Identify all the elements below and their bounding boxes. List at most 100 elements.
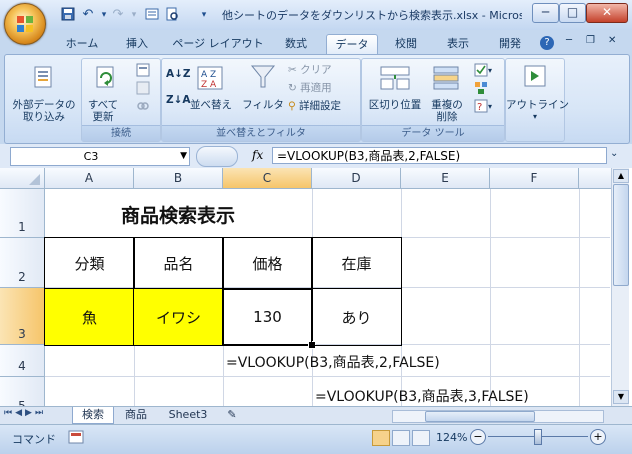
row-header-1[interactable]: 1 xyxy=(0,189,45,238)
column-header-d[interactable]: D xyxy=(312,168,401,189)
refresh-all-label1[interactable]: すべて xyxy=(82,99,124,111)
name-box[interactable]: C3 ▼ xyxy=(10,147,190,166)
tab-data[interactable]: データ xyxy=(326,34,378,55)
horizontal-scroll-thumb[interactable] xyxy=(425,411,535,422)
clear-filter-button[interactable]: ✂ クリア xyxy=(288,63,332,77)
ribbon-close-icon[interactable]: ✕ xyxy=(608,35,616,46)
scroll-up-icon[interactable]: ▲ xyxy=(613,169,629,183)
formula-note-stock[interactable]: =VLOOKUP(B3,商品表,3,FALSE) xyxy=(315,386,529,406)
formula-expand-icon[interactable]: ⌄ xyxy=(610,148,618,159)
zoom-out-icon[interactable]: − xyxy=(470,429,486,445)
form-icon[interactable] xyxy=(144,7,160,23)
ribbon-minimize-icon[interactable]: ─ xyxy=(566,35,572,46)
row-header-4[interactable]: 4 xyxy=(0,345,45,377)
sheet-title[interactable]: 商品検索表示 xyxy=(70,196,286,232)
close-button[interactable]: ✕ xyxy=(586,3,628,23)
scroll-down-icon[interactable]: ▼ xyxy=(613,390,629,404)
external-data-button-label1[interactable]: 外部データの xyxy=(10,99,78,111)
sort-icon: A ZZ A xyxy=(196,65,224,94)
outline-dropdown-icon[interactable]: ▾ xyxy=(506,111,564,123)
remove-duplicates-label2[interactable]: 削除 xyxy=(426,111,468,123)
qat-customize-icon[interactable]: ▾ xyxy=(196,7,212,23)
column-header-f[interactable]: F xyxy=(490,168,579,189)
row-header-5[interactable]: 5 xyxy=(0,377,45,406)
gridline xyxy=(490,189,491,406)
data-tools-group: 区切り位置 重複の 削除 ▾ ? ▾ データ ツール xyxy=(361,58,505,142)
zoom-in-icon[interactable]: + xyxy=(590,429,606,445)
value-cell-stock[interactable]: あり xyxy=(311,288,402,346)
tab-review[interactable]: 校閲 xyxy=(386,34,426,54)
refresh-all-label2[interactable]: 更新 xyxy=(82,111,124,123)
consolidate-icon[interactable] xyxy=(474,81,488,98)
tab-home[interactable]: ホーム xyxy=(60,34,104,54)
properties-icon[interactable] xyxy=(136,81,150,98)
column-header-c[interactable]: C xyxy=(223,168,312,189)
tab-insert[interactable]: 挿入 xyxy=(118,34,156,54)
print-preview-icon[interactable] xyxy=(164,7,180,23)
remove-duplicates-label1[interactable]: 重複の xyxy=(426,99,468,111)
column-header-e[interactable]: E xyxy=(401,168,490,189)
save-icon[interactable] xyxy=(60,7,76,23)
row-header-2[interactable]: 2 xyxy=(0,238,45,288)
redo-dropdown-icon[interactable]: ▾ xyxy=(126,7,142,23)
tab-formulas[interactable]: 数式 xyxy=(278,34,314,54)
help-icon[interactable]: ? xyxy=(540,36,554,50)
tab-developer[interactable]: 開発 xyxy=(490,34,530,54)
header-cell-stock[interactable]: 在庫 xyxy=(311,237,402,289)
sheet-nav-icons[interactable]: ⏮◀▶⏭ xyxy=(4,408,46,418)
text-to-columns-label[interactable]: 区切り位置 xyxy=(364,99,426,111)
outline-button-label[interactable]: アウトライン xyxy=(506,99,569,111)
data-tools-group-label: データ ツール xyxy=(362,125,504,141)
filter-button-label[interactable]: フィルタ xyxy=(242,99,284,111)
sheet-tab-search[interactable]: 検索 xyxy=(72,407,114,424)
name-box-dropdown-icon[interactable]: ▼ xyxy=(180,148,187,165)
insert-sheet-icon[interactable]: ✎ xyxy=(222,407,242,423)
tab-page-layout[interactable]: ページ レイアウト xyxy=(172,34,264,54)
external-data-button-label2[interactable]: 取り込み xyxy=(10,111,78,123)
external-data-group: 外部データの 取り込み xyxy=(7,58,81,142)
sheet-tab-sheet3[interactable]: Sheet3 xyxy=(160,407,216,423)
zoom-slider-thumb[interactable] xyxy=(534,429,542,445)
formula-bar-splitter[interactable] xyxy=(196,146,238,167)
column-header-b[interactable]: B xyxy=(134,168,223,189)
insert-function-button[interactable]: fx xyxy=(252,148,263,162)
vertical-scrollbar[interactable]: ▲ ▼ xyxy=(611,168,629,406)
vertical-scroll-thumb[interactable] xyxy=(613,184,629,286)
page-break-view-icon[interactable] xyxy=(412,430,430,446)
value-cell-category[interactable]: 魚 xyxy=(44,288,135,346)
formula-note-price[interactable]: =VLOOKUP(B3,商品表,2,FALSE) xyxy=(226,352,440,372)
row-header-3[interactable]: 3 xyxy=(0,288,45,345)
column-header-a[interactable]: A xyxy=(45,168,134,189)
value-cell-price-selected[interactable]: 130 xyxy=(222,288,313,346)
macro-record-icon[interactable] xyxy=(68,430,84,447)
ribbon-restore-icon[interactable]: ❐ xyxy=(586,35,595,46)
connections-icon[interactable] xyxy=(136,63,150,80)
sheet-tab-products[interactable]: 商品 xyxy=(116,407,156,423)
normal-view-icon[interactable] xyxy=(372,430,390,446)
formula-input[interactable]: =VLOOKUP(B3,商品表,2,FALSE) xyxy=(272,147,607,164)
what-if-icon[interactable]: ? ▾ xyxy=(474,99,494,116)
maximize-button[interactable]: □ xyxy=(559,3,586,23)
minimize-button[interactable]: ─ xyxy=(532,3,559,23)
value-cell-product[interactable]: イワシ xyxy=(133,288,224,346)
page-layout-view-icon[interactable] xyxy=(392,430,410,446)
edit-links-icon[interactable] xyxy=(136,99,150,116)
data-validation-icon[interactable]: ▾ xyxy=(474,63,494,80)
gridline xyxy=(579,189,580,406)
sort-za-icon[interactable]: Z↓A xyxy=(166,93,191,107)
horizontal-scrollbar[interactable] xyxy=(392,410,604,423)
redo-icon[interactable]: ↷ xyxy=(110,7,126,23)
sort-az-icon[interactable]: A↓Z xyxy=(166,67,191,81)
header-cell-price[interactable]: 価格 xyxy=(222,237,313,289)
header-cell-category[interactable]: 分類 xyxy=(44,237,135,289)
sort-button-label[interactable]: 並べ替え xyxy=(188,99,234,111)
advanced-filter-button[interactable]: ⚲ 詳細設定 xyxy=(288,99,341,113)
zoom-level[interactable]: 124% xyxy=(436,431,467,444)
header-cell-product[interactable]: 品名 xyxy=(133,237,224,289)
worksheet-grid[interactable]: A B C D E F 1 2 3 4 5 商品検索表示 分類 品名 価格 在庫… xyxy=(0,168,632,406)
reapply-button[interactable]: ↻ 再適用 xyxy=(288,81,332,95)
tab-view[interactable]: 表示 xyxy=(438,34,478,54)
office-button[interactable] xyxy=(4,3,46,45)
undo-icon[interactable]: ↶ xyxy=(80,7,96,23)
select-all-button[interactable] xyxy=(0,168,45,189)
